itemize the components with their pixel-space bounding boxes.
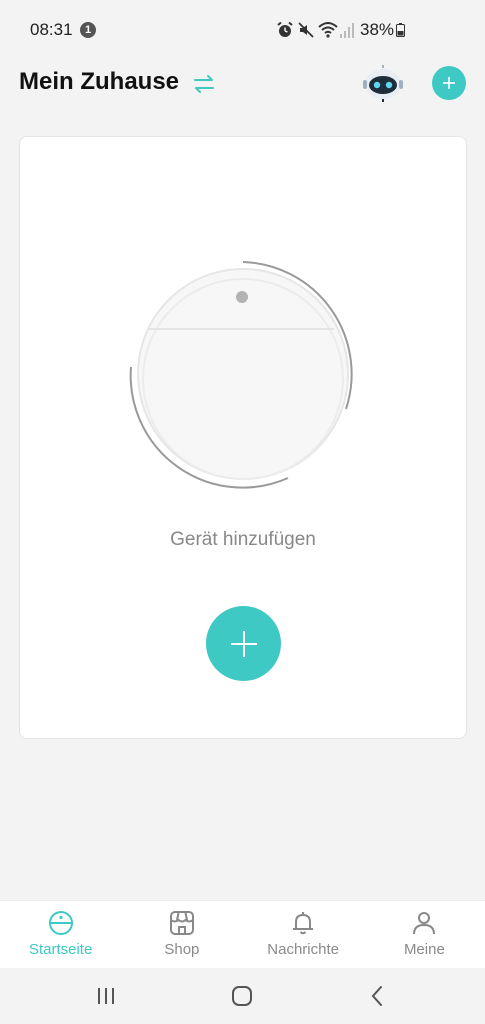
page-title: Mein Zuhause [19,68,180,95]
user-icon [413,912,436,935]
nav-label: Nachrichte [267,941,339,958]
robot-assistant-icon[interactable] [362,64,404,104]
add-device-button[interactable] [206,606,281,681]
battery-percent: 38% [360,20,395,39]
nav-label: Startseite [28,941,93,958]
status-time: 08:31 [30,20,73,39]
back-button[interactable] [364,984,390,1008]
switch-home-icon[interactable] [192,72,216,96]
add-device-card: Gerät hinzufügen [19,136,467,739]
robot-vacuum-icon [129,261,353,489]
wifi-icon [318,22,338,38]
add-button[interactable] [432,66,466,100]
nav-label: Shop [164,941,200,958]
home-button[interactable] [229,984,255,1008]
nav-startseite[interactable]: Startseite [0,901,121,969]
home-icon [232,986,252,1006]
plus-icon [443,77,455,89]
plus-icon [230,630,257,657]
store-icon [169,911,194,935]
signal-icon [340,23,354,38]
system-navigation-bar [0,968,485,1024]
battery-icon [396,23,405,37]
notification-count-badge: 1 [80,22,96,38]
nav-nachrichte[interactable]: Nachrichte [243,901,364,969]
add-device-label: Gerät hinzufügen [170,529,316,550]
nav-meine[interactable]: Meine [364,901,485,969]
mute-icon [298,22,314,38]
bell-icon [293,912,314,935]
alarm-icon [277,21,293,37]
bottom-navigation: Startseite Shop Nachrichte Meine [0,900,485,969]
back-icon [371,986,382,1006]
recent-apps-button[interactable] [93,984,119,1008]
nav-label: Meine [403,941,445,958]
nav-shop[interactable]: Shop [121,901,242,969]
robot-vacuum-icon [48,911,73,935]
status-bar: 08:31 1 38% [0,0,485,62]
recent-apps-icon [98,988,114,1004]
